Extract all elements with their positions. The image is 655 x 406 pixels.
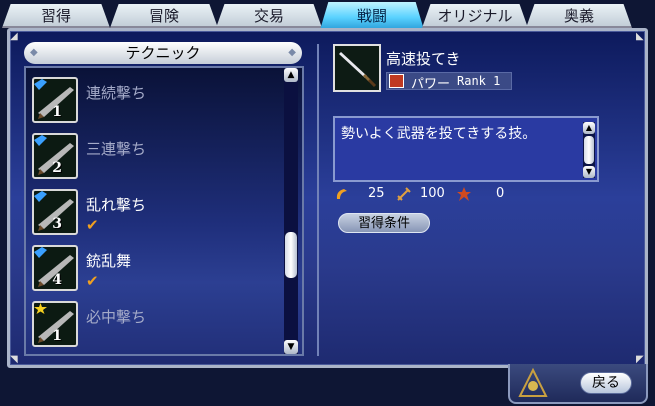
rifle-icon: 2	[32, 133, 78, 179]
skill-detail-name: 高速投てき	[386, 50, 461, 68]
rifle-icon: 1	[32, 301, 78, 347]
skill-name: 必中撃ち	[86, 308, 147, 326]
learn-conditions-button[interactable]: 習得条件	[338, 213, 430, 233]
list-item[interactable]: 2 三連撃ち	[30, 130, 280, 180]
fatigue-icon	[457, 187, 471, 201]
skill-name: 乱れ撃ち	[86, 196, 147, 214]
list-item[interactable]: 1 連続撃ち	[30, 74, 280, 124]
technique-list-header: ◆ テクニック ◆	[24, 42, 302, 64]
yellow-star-icon	[34, 303, 47, 314]
durability-icon	[397, 187, 411, 201]
blue-arrow-icon	[34, 79, 47, 90]
scroll-up-button[interactable]: ▲	[284, 68, 298, 82]
skill-rank-box: パワー Rank 1	[386, 72, 512, 92]
skill-rank-number: 3	[52, 216, 62, 232]
scroll-down-button[interactable]: ▼	[284, 340, 298, 354]
power-icon	[336, 189, 347, 199]
skill-name: 銃乱舞	[86, 252, 132, 270]
list-item[interactable]: 4 銃乱舞 ✔	[30, 242, 280, 292]
corner-ornament-icon: ◢	[10, 31, 18, 42]
skill-description: 勢いよく武器を投てきする技。	[341, 126, 537, 142]
rifle-icon: 1	[32, 77, 78, 123]
list-item[interactable]: 1 必中撃ち	[30, 298, 280, 348]
column-divider	[317, 44, 319, 356]
skill-description-box: 勢いよく武器を投てきする技。 ▲ ▼	[333, 116, 599, 182]
tab-learn[interactable]: 習得	[2, 4, 110, 28]
power-type-icon	[389, 74, 404, 88]
rifle-icon: 3	[32, 189, 78, 235]
stat-power-value: 25	[368, 186, 385, 201]
blue-arrow-icon	[34, 247, 47, 258]
blue-arrow-icon	[34, 135, 47, 146]
description-scroll-down-button[interactable]: ▼	[583, 166, 595, 178]
stat-durability-value: 100	[420, 186, 445, 201]
throwing-sword-icon	[333, 44, 381, 92]
list-scrollbar[interactable]	[284, 68, 298, 354]
technique-list: 1 連続撃ち 2 三連撃ち 3 乱れ撃ち ✔ 4 銃乱舞 ✔ 1 必中撃ち	[24, 66, 304, 356]
skill-type-label: パワー	[411, 77, 451, 92]
blue-arrow-icon	[34, 191, 47, 202]
skill-rank-number: 1	[52, 104, 62, 120]
description-scroll-up-button[interactable]: ▲	[583, 122, 595, 134]
tab-trade[interactable]: 交易	[216, 4, 322, 28]
rifle-icon: 4	[32, 245, 78, 291]
stat-fatigue-value: 0	[496, 186, 505, 201]
skill-name: 三連撃ち	[86, 140, 147, 158]
skill-rank-number: 4	[52, 272, 62, 288]
tab-original[interactable]: オリジナル	[422, 4, 528, 28]
corner-ornament-icon: ◥	[10, 354, 18, 365]
ornament-emblem-icon	[518, 367, 548, 397]
learned-check-icon: ✔	[86, 216, 99, 234]
skill-rank-number: 2	[52, 160, 62, 176]
skill-name: 連続撃ち	[86, 84, 147, 102]
list-item[interactable]: 3 乱れ撃ち ✔	[30, 186, 280, 236]
skill-rank-number: 1	[52, 328, 62, 344]
technique-header-label: テクニック	[125, 44, 201, 62]
back-button[interactable]: 戻る	[580, 372, 632, 394]
tab-secret[interactable]: 奥義	[526, 4, 632, 28]
corner-ornament-icon: ◣	[636, 31, 644, 42]
header-ornament-icon: ◆	[30, 47, 38, 58]
tab-battle[interactable]: 戦闘	[320, 2, 424, 30]
list-scroll-thumb[interactable]	[285, 232, 297, 278]
header-ornament-icon: ◆	[288, 47, 296, 58]
learned-check-icon: ✔	[86, 272, 99, 290]
tab-adventure[interactable]: 冒険	[110, 4, 218, 28]
category-tabs: 習得 冒険 交易 戦闘 オリジナル 奥義	[0, 0, 655, 30]
skill-rank-label: Rank 1	[457, 74, 501, 88]
description-scroll-thumb[interactable]	[584, 136, 594, 164]
